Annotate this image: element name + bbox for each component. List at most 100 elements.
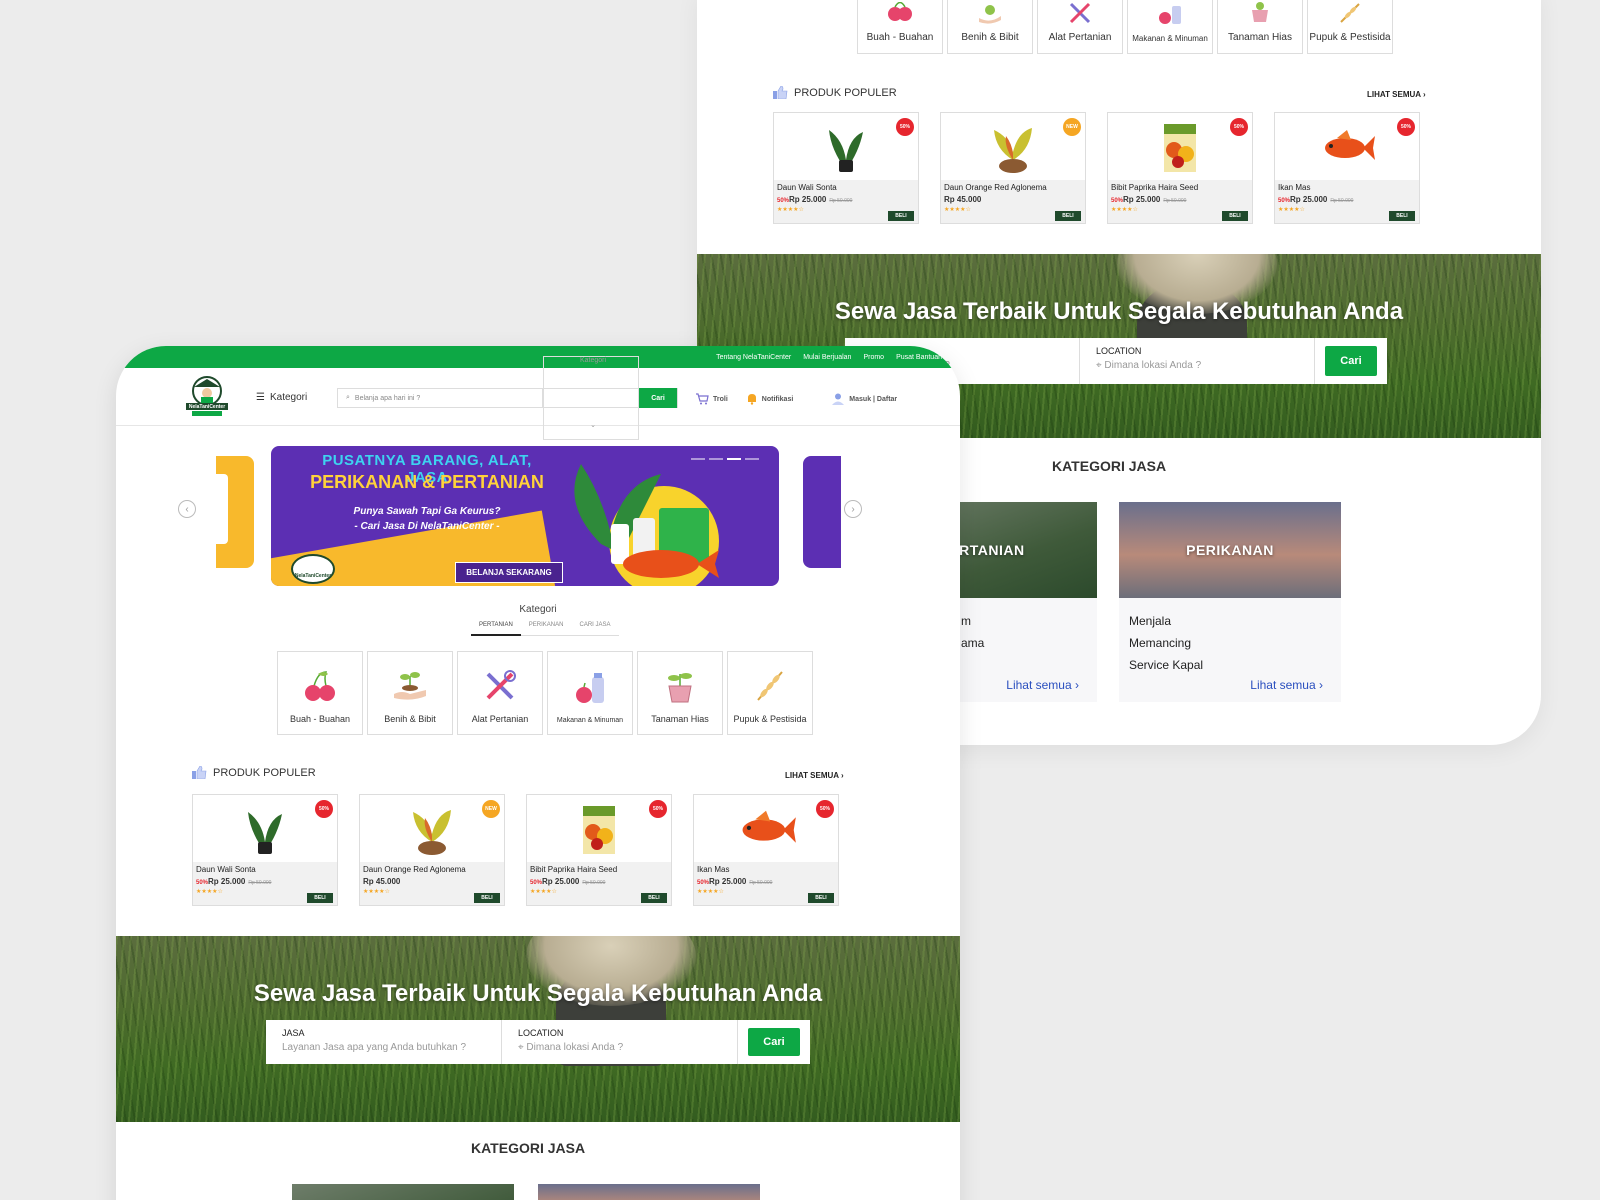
buy-button[interactable]: BELI (1389, 211, 1415, 221)
slider-dot[interactable] (745, 458, 759, 460)
jasa-item[interactable]: ama (961, 632, 1087, 654)
product-card[interactable]: NEW Daun Orange Red Aglonema Rp 45.000 ★… (940, 112, 1086, 224)
location-field[interactable]: LOCATION ⌖ Dimana lokasi Anda ? (1080, 338, 1315, 384)
notification-button[interactable]: Notifikasi (746, 393, 793, 405)
popular-title: PRODUK POPULER (794, 86, 897, 99)
banner-main[interactable]: PUSATNYA BARANG, ALAT, JASA PERIKANAN & … (271, 446, 779, 586)
category-tanaman[interactable]: Tanaman Hias (637, 651, 723, 735)
tab-perikanan[interactable]: PERIKANAN (520, 622, 572, 636)
new-badge: NEW (1063, 118, 1081, 136)
tab-cari-jasa[interactable]: CARI JASA (571, 622, 619, 636)
product-grid: 50% Daun Wali Sonta 50%Rp 25.000 Rp 50.00… (192, 794, 839, 906)
banner-products-illustration (574, 464, 719, 578)
discount-badge: 50% (1397, 118, 1415, 136)
slider-dot[interactable] (709, 458, 723, 460)
buy-button[interactable]: BELI (1055, 211, 1081, 221)
shop-now-button[interactable]: BELANJA SEKARANG (455, 562, 563, 583)
chevron-down-icon: ⌄ (590, 422, 596, 429)
jasa-item[interactable]: Memancing (1129, 632, 1331, 654)
category-makanan[interactable]: Makanan & Minuman (1127, 0, 1213, 54)
next-arrow-icon[interactable]: › (844, 500, 862, 518)
jasa-item[interactable]: Service Kapal (1129, 654, 1331, 676)
search-button[interactable]: Cari (639, 388, 677, 408)
product-price: Rp 45.000 (363, 877, 401, 886)
buy-button[interactable]: BELI (307, 893, 333, 903)
buy-button[interactable]: BELI (641, 893, 667, 903)
hero-title: Sewa Jasa Terbaik Untuk Segala Kebutuhan… (834, 298, 1404, 325)
buy-button[interactable]: BELI (474, 893, 500, 903)
category-alat[interactable]: Alat Pertanian (457, 651, 543, 735)
prev-arrow-icon[interactable]: ‹ (178, 500, 196, 518)
product-card[interactable]: NEW Daun Orange Red Aglonema Rp 45.000 ★… (359, 794, 505, 906)
navbar: NelaTaniCenter ☰ Kategori ⌕ Belanja apa h… (116, 356, 960, 440)
location-field[interactable]: LOCATION ⌖ Dimana lokasi Anda ? (502, 1020, 738, 1064)
jasa-placeholder: Layanan Jasa apa yang Anda butuhkan ? (282, 1042, 467, 1053)
kategori-label: Kategori (269, 392, 308, 403)
list-icon: ☰ (256, 392, 265, 403)
jasa-card-perikanan[interactable]: PERIKANAN Menjala Memancing Service Kapal … (1119, 502, 1341, 702)
search-input[interactable]: ⌕ Belanja apa hari ini ? (338, 389, 543, 407)
category-buah[interactable]: Buah - Buahan (857, 0, 943, 54)
slider-dot[interactable] (727, 458, 741, 460)
jasa-card-pertanian-image[interactable] (292, 1184, 514, 1200)
logo[interactable]: NelaTaniCenter (184, 375, 230, 417)
category-tanaman[interactable]: Tanaman Hias (1217, 0, 1303, 54)
slider-dot[interactable] (691, 458, 705, 460)
category-pupuk[interactable]: Pupuk & Pestisida (1307, 0, 1393, 54)
location-placeholder: Dimana lokasi Anda ? (526, 1042, 624, 1053)
next-slide-preview[interactable] (803, 456, 841, 568)
see-all-link[interactable]: LIHAT SEMUA › (1367, 90, 1426, 99)
category-pupuk[interactable]: Pupuk & Pestisida (727, 651, 813, 735)
jasa-item[interactable]: Menjala (1129, 610, 1331, 632)
category-alat[interactable]: Alat Pertanian (1037, 0, 1123, 54)
product-card[interactable]: 50% Bibit Paprika Haira Seed 50%Rp 25.00… (526, 794, 672, 906)
product-card[interactable]: 50% Daun Wali Sonta 50%Rp 25.000 Rp 50.00… (192, 794, 338, 906)
category-label: Tanaman Hias (1228, 32, 1292, 43)
buy-button[interactable]: BELI (1222, 211, 1248, 221)
old-price: Rp 50.000 (749, 880, 773, 886)
topbar-link-promo[interactable]: Promo (863, 354, 884, 361)
category-label: Makanan & Minuman (1132, 34, 1208, 43)
product-card[interactable]: 50% Bibit Paprika Haira Seed 50%Rp 25.00… (1107, 112, 1253, 224)
category-row: Buah - Buahan Benih & Bibit Alat Pertani… (277, 651, 813, 735)
jasa-search-button[interactable]: Cari (748, 1028, 800, 1056)
login-button[interactable]: Masuk | Daftar (831, 392, 897, 406)
discount-badge: 50% (896, 118, 914, 136)
cart-button[interactable]: Troli (695, 393, 728, 405)
topbar-link-mulai-berjualan[interactable]: Mulai Berjualan (803, 354, 851, 361)
category-label: Pupuk & Pestisida (733, 714, 807, 724)
old-price: Rp 50.000 (1163, 198, 1187, 204)
see-all-link[interactable]: LIHAT SEMUA › (785, 771, 844, 780)
see-all-jasa-link[interactable]: Lihat semua › (1006, 678, 1079, 692)
product-card[interactable]: 50% Ikan Mas 50%Rp 25.000 Rp 50.000 ★★★★☆… (693, 794, 839, 906)
product-card[interactable]: 50% Ikan Mas 50%Rp 25.000 Rp 50.000 ★★★★☆… (1274, 112, 1420, 224)
discount-badge: 50% (1230, 118, 1248, 136)
category-benih[interactable]: Benih & Bibit (947, 0, 1033, 54)
category-select[interactable]: Kategori ⌄ (543, 356, 639, 440)
discount-pct: 50% (196, 880, 209, 886)
bell-icon (747, 394, 756, 405)
pin-icon: ⌖ (1096, 360, 1102, 371)
category-buah[interactable]: Buah - Buahan (277, 651, 363, 735)
category-makanan[interactable]: Makanan & Minuman (547, 651, 633, 735)
category-label: Benih & Bibit (384, 714, 436, 724)
jasa-card-perikanan-image[interactable] (538, 1184, 760, 1200)
category-label: Pupuk & Pestisida (1309, 32, 1391, 43)
prev-slide-preview[interactable] (216, 456, 254, 568)
kategori-menu-button[interactable]: ☰ Kategori (256, 392, 307, 403)
jasa-search-button[interactable]: Cari (1325, 346, 1377, 376)
product-card[interactable]: 50% Daun Wali Sonta 50%Rp 25.000 Rp 50.00… (773, 112, 919, 224)
see-all-jasa-link[interactable]: Lihat semua › (1250, 678, 1323, 692)
tab-pertanian[interactable]: PERTANIAN (471, 622, 521, 636)
popular-section-header: PRODUK POPULER (192, 766, 316, 779)
login-label: Masuk | Daftar (849, 395, 898, 403)
topbar-link-bantuan[interactable]: Pusat Bantuan (896, 354, 942, 361)
category-benih[interactable]: Benih & Bibit (367, 651, 453, 735)
topbar-link-tentang[interactable]: Tentang NelaTaniCenter (716, 354, 791, 361)
buy-button[interactable]: BELI (888, 211, 914, 221)
product-grid: 50% Daun Wali Sonta 50%Rp 25.000 Rp 50.00… (773, 112, 1420, 224)
jasa-field[interactable]: JASA Layanan Jasa apa yang Anda butuhkan … (266, 1020, 502, 1064)
location-label: LOCATION (1096, 346, 1142, 356)
buy-button[interactable]: BELI (808, 893, 834, 903)
jasa-item[interactable]: m (961, 610, 1087, 632)
